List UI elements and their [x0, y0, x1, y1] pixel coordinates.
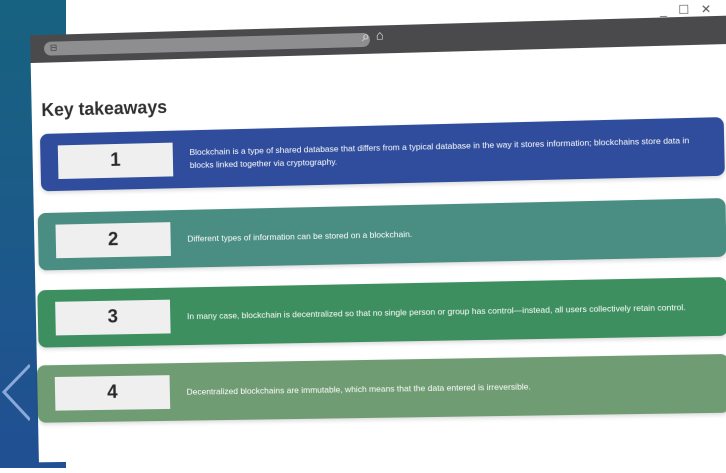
takeaway-card-4: 4 Decentralized blockchains are immutabl… [36, 353, 726, 423]
takeaway-number: 1 [57, 142, 174, 180]
takeaway-text: Decentralized blockchains are immutable,… [186, 380, 531, 397]
takeaway-card-3: 3 In many case, blockchain is decentrali… [37, 277, 726, 348]
address-bar[interactable]: ⊟ [43, 32, 371, 56]
takeaway-text: Different types of information can be st… [187, 228, 413, 244]
search-icon[interactable]: ⌕ [362, 28, 370, 45]
takeaway-number: 4 [54, 375, 171, 411]
home-icon[interactable]: ⌂ [376, 27, 384, 42]
page-content: Key takeaways 1 Blockchain is a type of … [30, 43, 726, 463]
window-controls[interactable]: _ ☐ ✕ [660, 2, 716, 18]
takeaway-text: Blockchain is a type of shared database … [189, 135, 690, 171]
page-title: Key takeaways [41, 97, 168, 121]
takeaway-text: In many case, blockchain is decentralize… [186, 301, 686, 321]
takeaway-card-2: 2 Different types of information can be … [37, 198, 726, 271]
takeaway-card-1: 1 Blockchain is a type of shared databas… [39, 117, 725, 192]
lock-icon: ⊟ [49, 42, 58, 53]
takeaway-number: 2 [55, 222, 171, 259]
browser-window: _ ☐ ✕ ⊟ ⌕ ⌂ Key takeaways 1 Blockchain i… [0, 0, 726, 473]
takeaway-number: 3 [55, 299, 171, 336]
